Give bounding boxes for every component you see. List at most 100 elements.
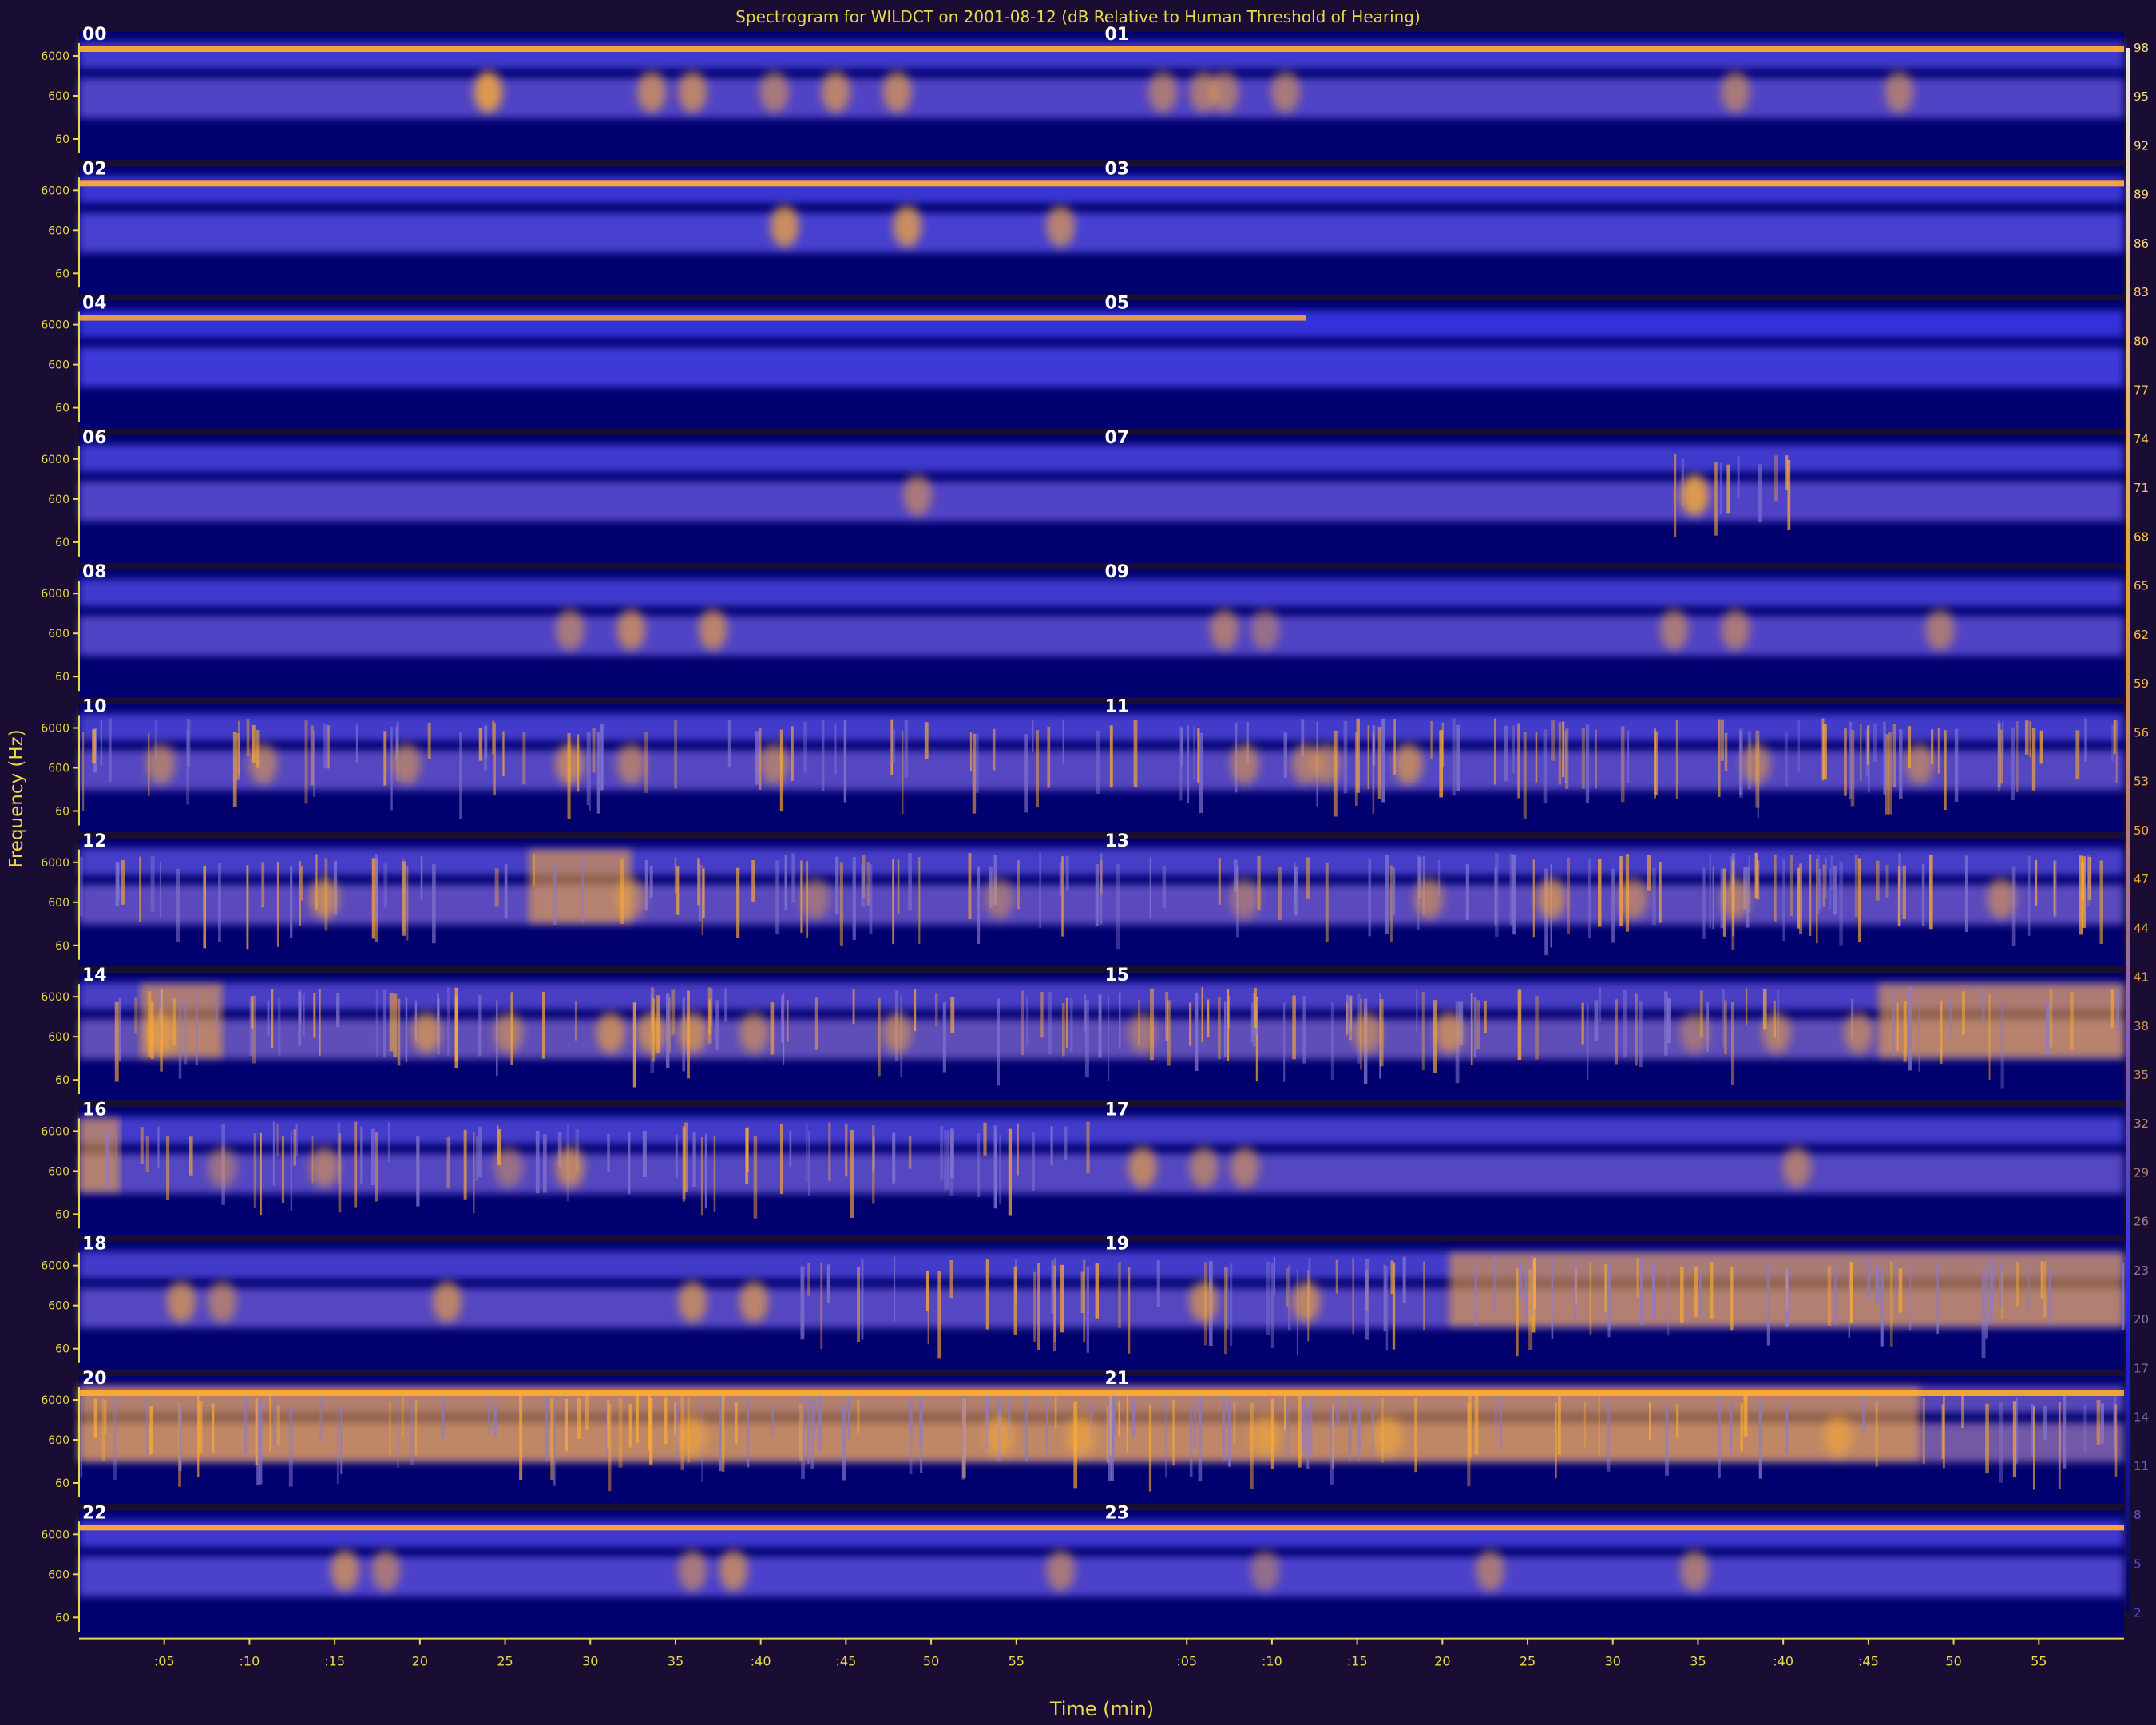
burst-line — [2035, 859, 2038, 906]
x-tick-label: :15 — [1347, 1654, 1368, 1669]
burst-line — [1992, 1267, 1995, 1304]
burst-line — [1024, 734, 1028, 813]
y-tick-label: 60 — [55, 1343, 69, 1356]
burst-line — [1954, 728, 1959, 802]
burst-line — [2043, 1261, 2047, 1318]
burst-line — [492, 720, 495, 755]
burst-line — [1119, 992, 1121, 1049]
burst-line — [944, 1130, 946, 1191]
spectrogram-row: 04 05 — [79, 294, 2124, 429]
tone-line — [79, 1525, 2124, 1531]
sound-event — [1782, 1146, 1812, 1188]
y-tick-label: 600 — [48, 1568, 69, 1581]
sound-event — [1904, 743, 1934, 785]
sound-event — [903, 474, 933, 516]
burst-line — [1524, 1268, 1528, 1323]
burst-line — [961, 1394, 965, 1480]
burst-line — [1465, 863, 1470, 920]
burst-line — [1484, 1000, 1487, 1033]
sound-event — [882, 1012, 912, 1054]
burst-line — [1694, 1267, 1698, 1317]
burst-line — [1270, 1263, 1274, 1348]
y-tick-label: 6000 — [41, 857, 69, 870]
burst-line — [1903, 1001, 1907, 1062]
burst-line — [304, 720, 308, 804]
burst-line — [246, 719, 250, 757]
x-tick-label: :10 — [1262, 1654, 1282, 1669]
burst-line — [1132, 1399, 1136, 1437]
hour-label: 13 — [1105, 831, 1130, 851]
sound-event — [248, 743, 278, 785]
colorbar-tick-label: 98 — [2134, 41, 2149, 55]
burst-line — [1586, 1002, 1589, 1081]
burst-line — [92, 729, 97, 764]
burst-line — [607, 1134, 610, 1172]
burst-line — [1368, 859, 1372, 937]
y-tick-label: 60 — [55, 671, 69, 684]
mid-band — [79, 212, 2124, 253]
sound-event — [1128, 1146, 1157, 1188]
burst-line — [2048, 1266, 2051, 1325]
row-y-axis: 6000 600 60 — [41, 1387, 80, 1497]
burst-line — [1789, 855, 1793, 917]
burst-line — [134, 997, 138, 1033]
burst-line — [1032, 1132, 1035, 1191]
burst-line — [1223, 1001, 1227, 1057]
sound-event — [310, 1146, 339, 1188]
x-tick-label: :40 — [751, 1654, 771, 1669]
burst-line — [198, 1401, 203, 1454]
burst-line — [1604, 1264, 1607, 1312]
burst-line — [1293, 862, 1297, 905]
burst-line — [1941, 1404, 1945, 1459]
burst-line — [724, 988, 727, 1023]
sound-event — [1250, 1415, 1280, 1457]
hour-label: 10 — [82, 697, 107, 717]
burst-line — [145, 1136, 149, 1172]
burst-line — [1288, 1265, 1291, 1331]
burst-line — [1414, 1397, 1417, 1473]
burst-line — [999, 1134, 1001, 1204]
y-tick-label: 600 — [48, 1165, 69, 1178]
burst-line — [674, 857, 677, 894]
burst-line — [1898, 1268, 1903, 1313]
burst-line — [1581, 728, 1585, 789]
hour-label: 04 — [82, 294, 107, 314]
y-axis-label: Frequency (Hz) — [6, 729, 27, 867]
burst-line — [1583, 1402, 1587, 1447]
y-tick-label: 60 — [55, 268, 69, 280]
burst-line — [1740, 1403, 1743, 1452]
sound-event — [678, 1415, 707, 1457]
burst-line — [1985, 1263, 1988, 1339]
y-tick-label: 60 — [55, 1208, 69, 1221]
colorbar-tick-label: 11 — [2134, 1459, 2149, 1473]
sound-event — [1762, 1012, 1791, 1054]
burst-line — [1096, 730, 1100, 794]
burst-line — [1896, 1002, 1899, 1051]
sound-event — [1476, 1549, 1505, 1592]
burst-line — [779, 1124, 783, 1195]
colorbar-tick-label: 20 — [2134, 1312, 2149, 1326]
burst-line — [1712, 866, 1714, 930]
x-tick-label: :05 — [1176, 1654, 1197, 1669]
hour-label: 19 — [1105, 1235, 1130, 1255]
burst-line — [852, 857, 856, 941]
burst-line — [494, 868, 499, 907]
burst-line — [1620, 726, 1625, 803]
burst-line — [1737, 456, 1740, 498]
burst-line — [1060, 1264, 1064, 1333]
burst-line — [1558, 1393, 1561, 1456]
burst-line — [478, 1126, 482, 1178]
burst-line — [271, 989, 274, 1049]
hour-label: 15 — [1105, 966, 1130, 985]
burst-line — [682, 1126, 686, 1202]
burst-line — [1084, 999, 1089, 1078]
burst-line — [1833, 1266, 1837, 1325]
burst-line — [1286, 1268, 1289, 1307]
burst-line — [1393, 867, 1396, 916]
burst-line — [771, 1403, 775, 1438]
sound-event — [1148, 71, 1178, 113]
y-tick-label: 60 — [55, 806, 69, 819]
burst-line — [1193, 1398, 1197, 1449]
burst-line — [697, 858, 700, 906]
burst-line — [1021, 990, 1024, 1056]
